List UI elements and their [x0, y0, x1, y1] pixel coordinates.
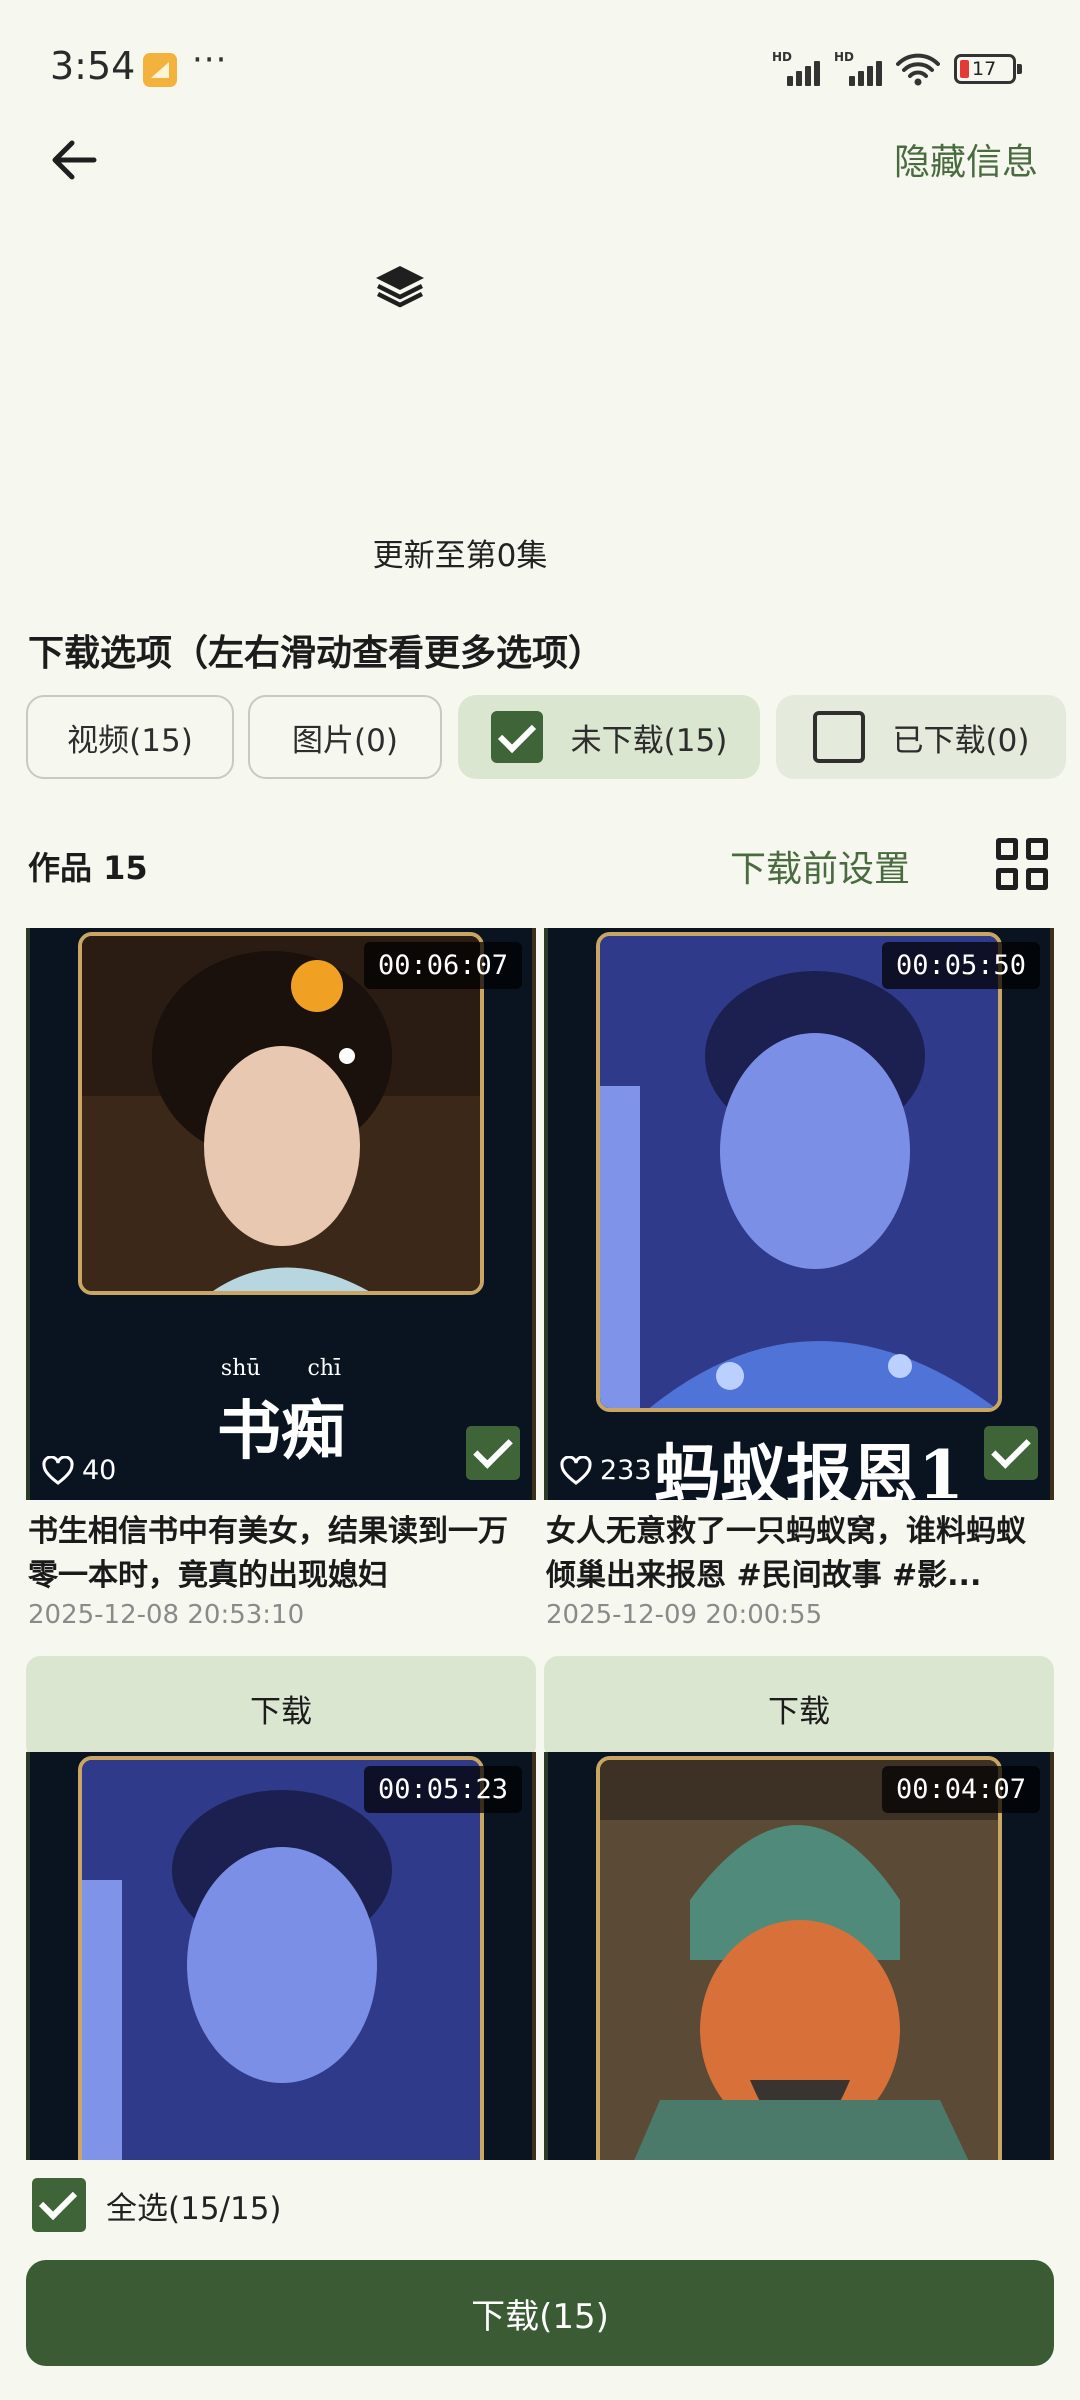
- video-duration: 00:05:50: [881, 942, 1040, 989]
- thumbnail-photo-frame: [596, 932, 1002, 1412]
- grid-view-icon[interactable]: [996, 838, 1048, 890]
- video-title: 书生相信书中有美女，结果读到一万零一本时，竟真的出现媳妇: [28, 1514, 508, 1593]
- video-thumbnail[interactable]: 00:06:07 shū chī 书痴 40: [26, 928, 536, 1500]
- notification-app-icon: [143, 53, 177, 87]
- battery-icon: 17: [954, 54, 1022, 84]
- overlay-pinyin-2: chī: [307, 1356, 342, 1381]
- select-all-toggle[interactable]: 全选(15/15): [32, 2178, 282, 2232]
- video-card[interactable]: 00:05:23: [26, 1752, 536, 2160]
- download-all-button[interactable]: 下载(15): [26, 2260, 1054, 2366]
- thumbnail-photo-frame: [78, 1756, 484, 2160]
- chip-image-label: 图片(0): [292, 722, 398, 759]
- back-button[interactable]: [44, 130, 104, 190]
- video-thumbnail[interactable]: 00:05:50 蚂蚁报恩1 233: [544, 928, 1054, 1500]
- chip-video-label: 视频(15): [67, 722, 193, 759]
- video-thumbnail[interactable]: 00:04:07: [544, 1752, 1054, 2160]
- more-notifications-icon: ···: [192, 40, 228, 80]
- layers-icon: [372, 260, 428, 316]
- heart-icon: [42, 1455, 74, 1485]
- checkbox-checked-icon: [32, 2178, 86, 2232]
- download-button[interactable]: 下载: [544, 1656, 1054, 1760]
- update-status-text: 更新至第0集: [372, 538, 548, 574]
- like-count: 233: [560, 1455, 652, 1486]
- like-count: 40: [42, 1455, 116, 1486]
- thumbnail-photo-frame: [596, 1756, 1002, 2160]
- video-duration: 00:04:07: [881, 1766, 1040, 1813]
- video-card[interactable]: 00:04:07: [544, 1752, 1054, 2160]
- video-duration: 00:05:23: [363, 1766, 522, 1813]
- pre-download-settings-button[interactable]: 下载前设置: [730, 840, 910, 892]
- video-date: 2025-12-08 20:53:10: [28, 1600, 305, 1630]
- wifi-icon: [896, 53, 940, 86]
- chip-downloaded[interactable]: 已下载(0): [776, 695, 1066, 779]
- chip-image[interactable]: 图片(0): [248, 695, 442, 779]
- overlay-pinyin-1: shū: [220, 1356, 261, 1381]
- arrow-left-icon: [52, 140, 97, 180]
- like-count-value: 233: [600, 1455, 652, 1486]
- hide-info-button[interactable]: 隐藏信息: [894, 133, 1038, 185]
- cellular-signal-icon-2: HD: [834, 50, 882, 86]
- chip-video[interactable]: 视频(15): [26, 695, 234, 779]
- status-bar: 3:54 ··· HD HD 17: [0, 0, 1080, 130]
- chip-not-downloaded[interactable]: 未下载(15): [458, 695, 760, 779]
- video-thumbnail[interactable]: 00:05:23: [26, 1752, 536, 2160]
- download-button[interactable]: 下载: [26, 1656, 536, 1760]
- status-time: 3:54: [50, 44, 136, 88]
- video-date: 2025-12-09 20:00:55: [546, 1600, 823, 1630]
- checkbox-unchecked-icon: [812, 711, 865, 763]
- checkbox-checked-icon: [490, 711, 543, 763]
- card-checkbox[interactable]: [466, 1426, 520, 1480]
- works-count-title: 作品 15: [28, 849, 148, 887]
- download-options-title: 下载选项（左右滑动查看更多选项）: [28, 633, 605, 674]
- chip-not-downloaded-label: 未下载(15): [570, 722, 728, 759]
- like-count-value: 40: [82, 1455, 117, 1486]
- video-title: 女人无意救了一只蚂蚁窝，谁料蚂蚁倾巢出来报恩 #民间故事 #影...: [546, 1514, 1026, 1593]
- chip-downloaded-label: 已下载(0): [892, 722, 1030, 759]
- select-all-label: 全选(15/15): [106, 2190, 282, 2227]
- cellular-signal-icon: HD: [772, 50, 820, 86]
- heart-icon: [560, 1455, 592, 1485]
- video-duration: 00:06:07: [363, 942, 522, 989]
- filter-chip-row[interactable]: 视频(15) 图片(0) 未下载(15) 已下载(0): [26, 695, 1080, 781]
- bottom-action-bar: 全选(15/15) 下载(15): [0, 2160, 1080, 2400]
- card-checkbox[interactable]: [984, 1426, 1038, 1480]
